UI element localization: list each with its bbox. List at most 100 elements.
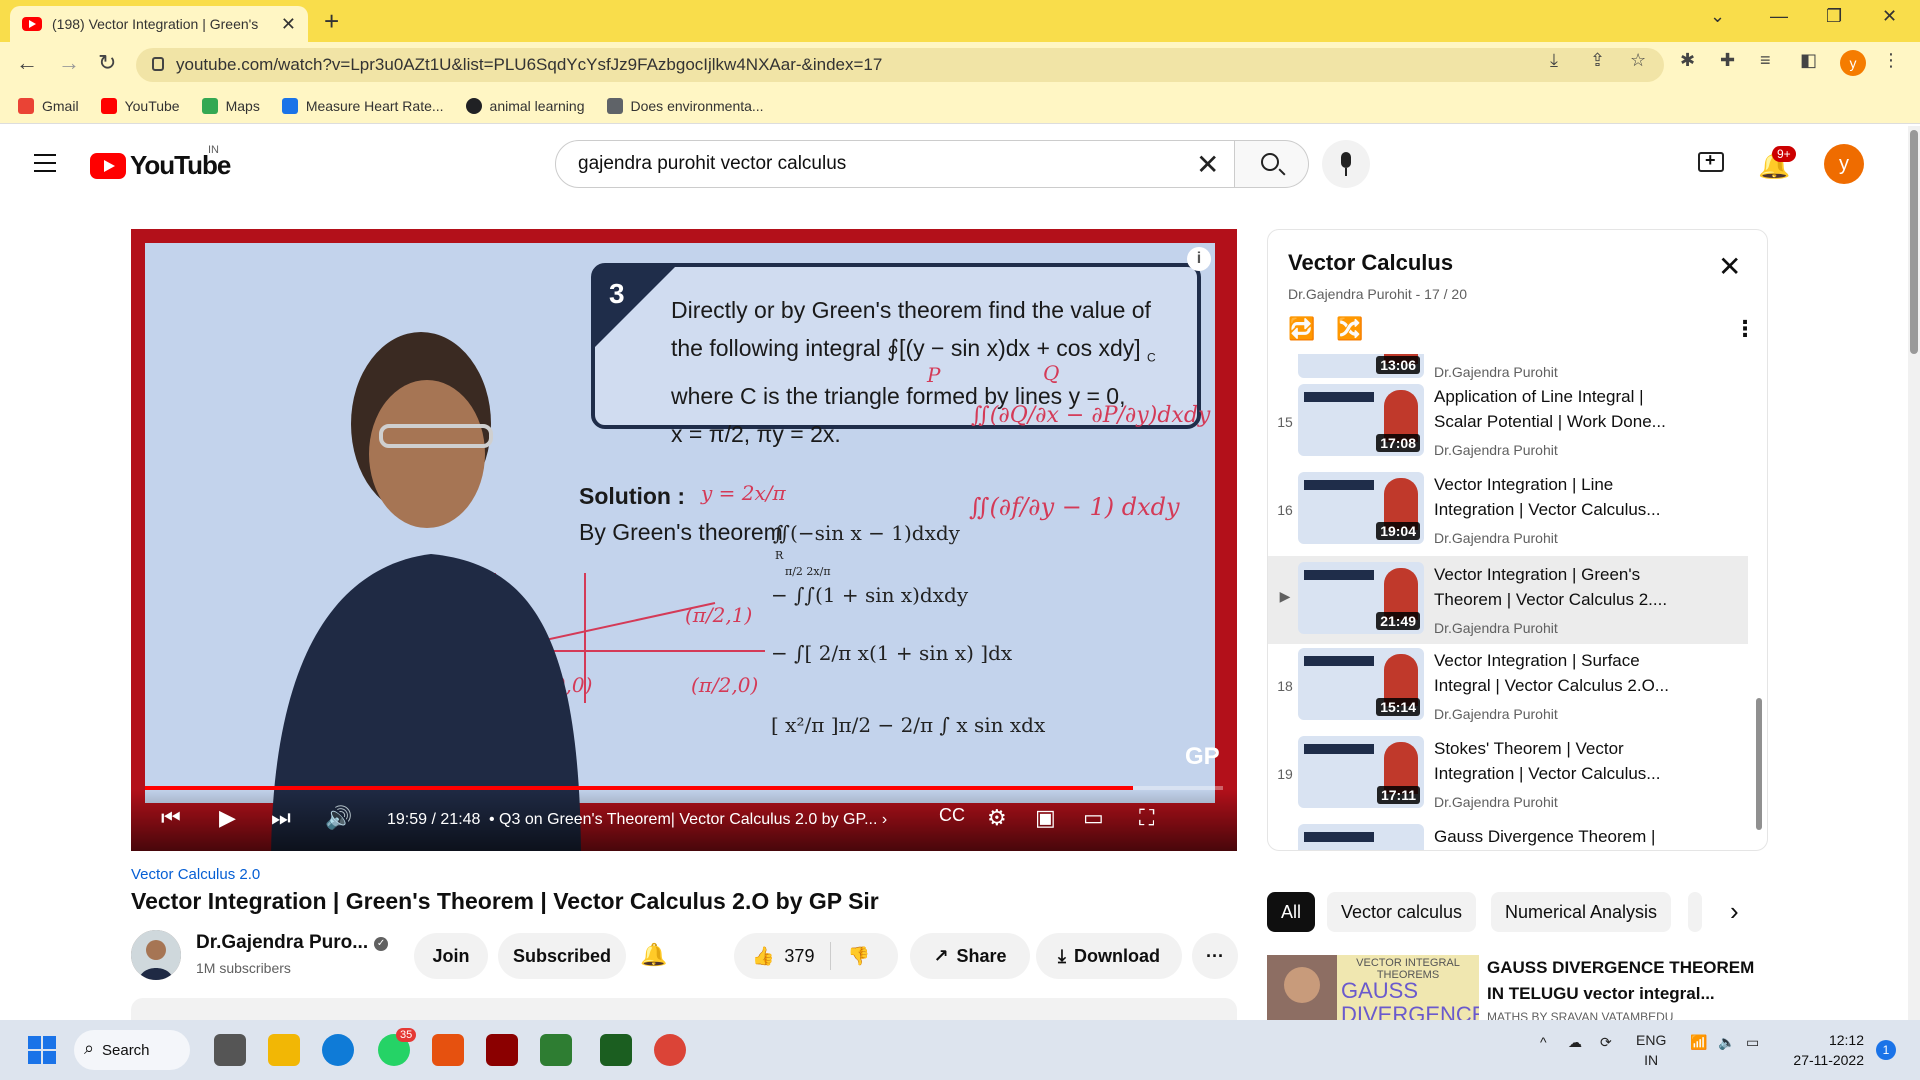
notification-center-badge[interactable]: 1 <box>1876 1040 1896 1060</box>
download-button[interactable]: ⤓ Download <box>1036 933 1182 979</box>
page-scrollbar[interactable] <box>1908 126 1920 1020</box>
previous-video-icon[interactable]: ⏮ <box>161 805 181 831</box>
file-explorer-icon[interactable] <box>268 1034 300 1066</box>
playlist-more-icon[interactable]: ⋮ <box>1734 316 1756 342</box>
description-box[interactable] <box>131 998 1237 1020</box>
shuffle-icon[interactable]: 🔀 <box>1336 316 1363 342</box>
restore-button[interactable]: ❐ <box>1826 6 1842 27</box>
recommendation-thumbnail[interactable]: VECTOR INTEGRAL THEOREMS GAUSS DIVERGENC… <box>1267 955 1479 1025</box>
bookmark-youtube[interactable]: YouTube <box>100 97 180 114</box>
theater-mode-icon[interactable]: ▭ <box>1083 805 1104 831</box>
menu-icon[interactable] <box>34 154 56 178</box>
lock-icon[interactable] <box>152 57 164 71</box>
extensions-puzzle-icon[interactable]: ✚ <box>1720 50 1735 71</box>
bookmark-animal-learning[interactable]: animal learning <box>465 97 585 114</box>
back-button[interactable]: ← <box>16 50 38 76</box>
terminal-icon[interactable] <box>540 1034 572 1066</box>
clear-search-icon[interactable]: ✕ <box>1196 148 1219 181</box>
account-avatar[interactable]: y <box>1824 144 1864 184</box>
bookmark-maps[interactable]: Maps <box>201 97 260 114</box>
playlist-item[interactable]: Gauss Divergence Theorem | <box>1268 824 1748 850</box>
browser-tab[interactable]: (198) Vector Integration | Green's ✕ <box>10 6 308 42</box>
playlist-item[interactable]: 15 17:08 Application of Line Integral | … <box>1268 384 1748 470</box>
browser-profile-avatar[interactable]: y <box>1840 50 1866 76</box>
share-page-icon[interactable]: ⇪ <box>1590 50 1605 71</box>
next-video-icon[interactable]: ⏭ <box>271 805 291 831</box>
install-app-icon[interactable]: ⤓ <box>1550 50 1558 71</box>
progress-bar[interactable] <box>145 786 1223 790</box>
search-button[interactable] <box>1235 140 1309 188</box>
miniplayer-icon[interactable]: ▣ <box>1035 805 1056 831</box>
media-control-icon[interactable]: ≡ <box>1760 50 1771 71</box>
video-player[interactable]: 3 Directly or by Green's theorem find th… <box>131 229 1237 851</box>
create-video-icon[interactable] <box>1698 150 1724 172</box>
battery-icon[interactable]: ▭ <box>1746 1034 1759 1051</box>
channel-name[interactable]: Dr.Gajendra Puro... ✓ <box>196 932 389 954</box>
page-scrollbar-thumb[interactable] <box>1910 130 1918 354</box>
play-icon[interactable]: ▶ <box>219 805 236 831</box>
wifi-icon[interactable]: 📶 <box>1690 1034 1707 1051</box>
more-actions-button[interactable]: ··· <box>1192 933 1238 979</box>
search-input[interactable]: gajendra purohit vector calculus <box>555 140 1235 188</box>
tab-search-chevron-icon[interactable]: ⌄ <box>1710 6 1725 27</box>
new-tab-button[interactable]: + <box>324 6 339 37</box>
chip-vector-calculus[interactable]: Vector calculus <box>1327 892 1477 932</box>
task-view-icon[interactable] <box>214 1034 246 1066</box>
channel-avatar[interactable] <box>131 930 181 980</box>
subtitles-icon[interactable]: CC <box>939 805 965 826</box>
chip-partial[interactable] <box>1688 892 1702 932</box>
matlab-icon[interactable] <box>432 1034 464 1066</box>
close-tab-icon[interactable]: ✕ <box>281 14 296 35</box>
app-icon[interactable] <box>486 1034 518 1066</box>
like-count[interactable]: 379 <box>784 946 814 967</box>
dislike-icon[interactable]: 👎 <box>847 946 869 967</box>
playlist-item[interactable]: 16 19:04 Vector Integration | Line Integ… <box>1268 472 1748 558</box>
sync-icon[interactable]: ⟳ <box>1600 1034 1612 1051</box>
recommendation-title[interactable]: GAUSS DIVERGENCE THEOREM IN TELUGU vecto… <box>1487 955 1757 1007</box>
bookmark-environment[interactable]: Does environmenta... <box>606 97 764 114</box>
language-indicator[interactable]: ENG IN <box>1636 1030 1666 1070</box>
close-window-button[interactable]: ✕ <box>1882 6 1897 27</box>
settings-gear-icon[interactable]: ⚙ <box>987 805 1007 831</box>
minimize-button[interactable]: — <box>1770 6 1788 27</box>
weather-cloud-icon[interactable]: ☁ <box>1568 1034 1582 1051</box>
like-icon[interactable]: 👍 <box>752 946 774 967</box>
chip-numerical-analysis[interactable]: Numerical Analysis <box>1491 892 1672 932</box>
subscribed-button[interactable]: Subscribed <box>498 933 626 979</box>
address-bar[interactable]: youtube.com/watch?v=Lpr3u0AZt1U&list=PLU… <box>136 48 1664 82</box>
side-panel-icon[interactable]: ◧ <box>1800 50 1817 71</box>
reload-button[interactable]: ↻ <box>98 50 116 76</box>
playlist-item[interactable]: 19 17:11 Stokes' Theorem | Vector Integr… <box>1268 736 1748 822</box>
speaker-icon[interactable]: 🔈 <box>1718 1034 1735 1051</box>
youtube-logo[interactable]: YouTube IN <box>90 144 231 181</box>
info-icon[interactable]: i <box>1187 247 1211 271</box>
chrome-icon[interactable] <box>654 1034 686 1066</box>
bookmark-gmail[interactable]: Gmail <box>18 97 79 114</box>
clock[interactable]: 12:12 27-11-2022 <box>1786 1030 1864 1070</box>
show-hidden-icons-icon[interactable]: ^ <box>1540 1034 1547 1050</box>
forward-button[interactable]: → <box>58 50 80 76</box>
chips-next-icon[interactable]: › <box>1730 896 1739 927</box>
bookmark-heart-rate[interactable]: Measure Heart Rate... <box>281 97 444 114</box>
volume-icon[interactable]: 🔊 <box>325 805 352 831</box>
playlist-item[interactable]: 18 15:14 Vector Integration | Surface In… <box>1268 648 1748 734</box>
playlist-item-current[interactable]: ▶ 21:49 Vector Integration | Green's The… <box>1268 556 1748 644</box>
chapter-title[interactable]: • Q3 on Green's Theorem| Vector Calculus… <box>489 811 887 829</box>
taskbar-search[interactable]: Search <box>74 1030 190 1070</box>
voice-search-button[interactable] <box>1322 140 1370 188</box>
chip-all[interactable]: All <box>1267 892 1316 932</box>
fullscreen-icon[interactable]: ⛶ <box>1139 805 1154 831</box>
share-button[interactable]: ↗ Share <box>910 933 1030 979</box>
notification-bell-icon[interactable]: 🔔 <box>640 942 667 968</box>
loop-icon[interactable]: 🔁 <box>1288 316 1315 342</box>
excel-icon[interactable] <box>600 1034 632 1066</box>
close-playlist-icon[interactable]: ✕ <box>1718 250 1741 283</box>
playlist-link[interactable]: Vector Calculus 2.0 <box>131 866 260 883</box>
join-button[interactable]: Join <box>414 933 488 979</box>
chrome-menu-icon[interactable]: ⋮ <box>1882 50 1900 71</box>
playlist-scrollbar[interactable] <box>1756 698 1762 830</box>
bookmark-star-icon[interactable]: ☆ <box>1630 50 1646 71</box>
windows-start-icon[interactable] <box>28 1036 56 1064</box>
extension-bug-icon[interactable]: ✱ <box>1680 50 1695 71</box>
edge-icon[interactable] <box>322 1034 354 1066</box>
